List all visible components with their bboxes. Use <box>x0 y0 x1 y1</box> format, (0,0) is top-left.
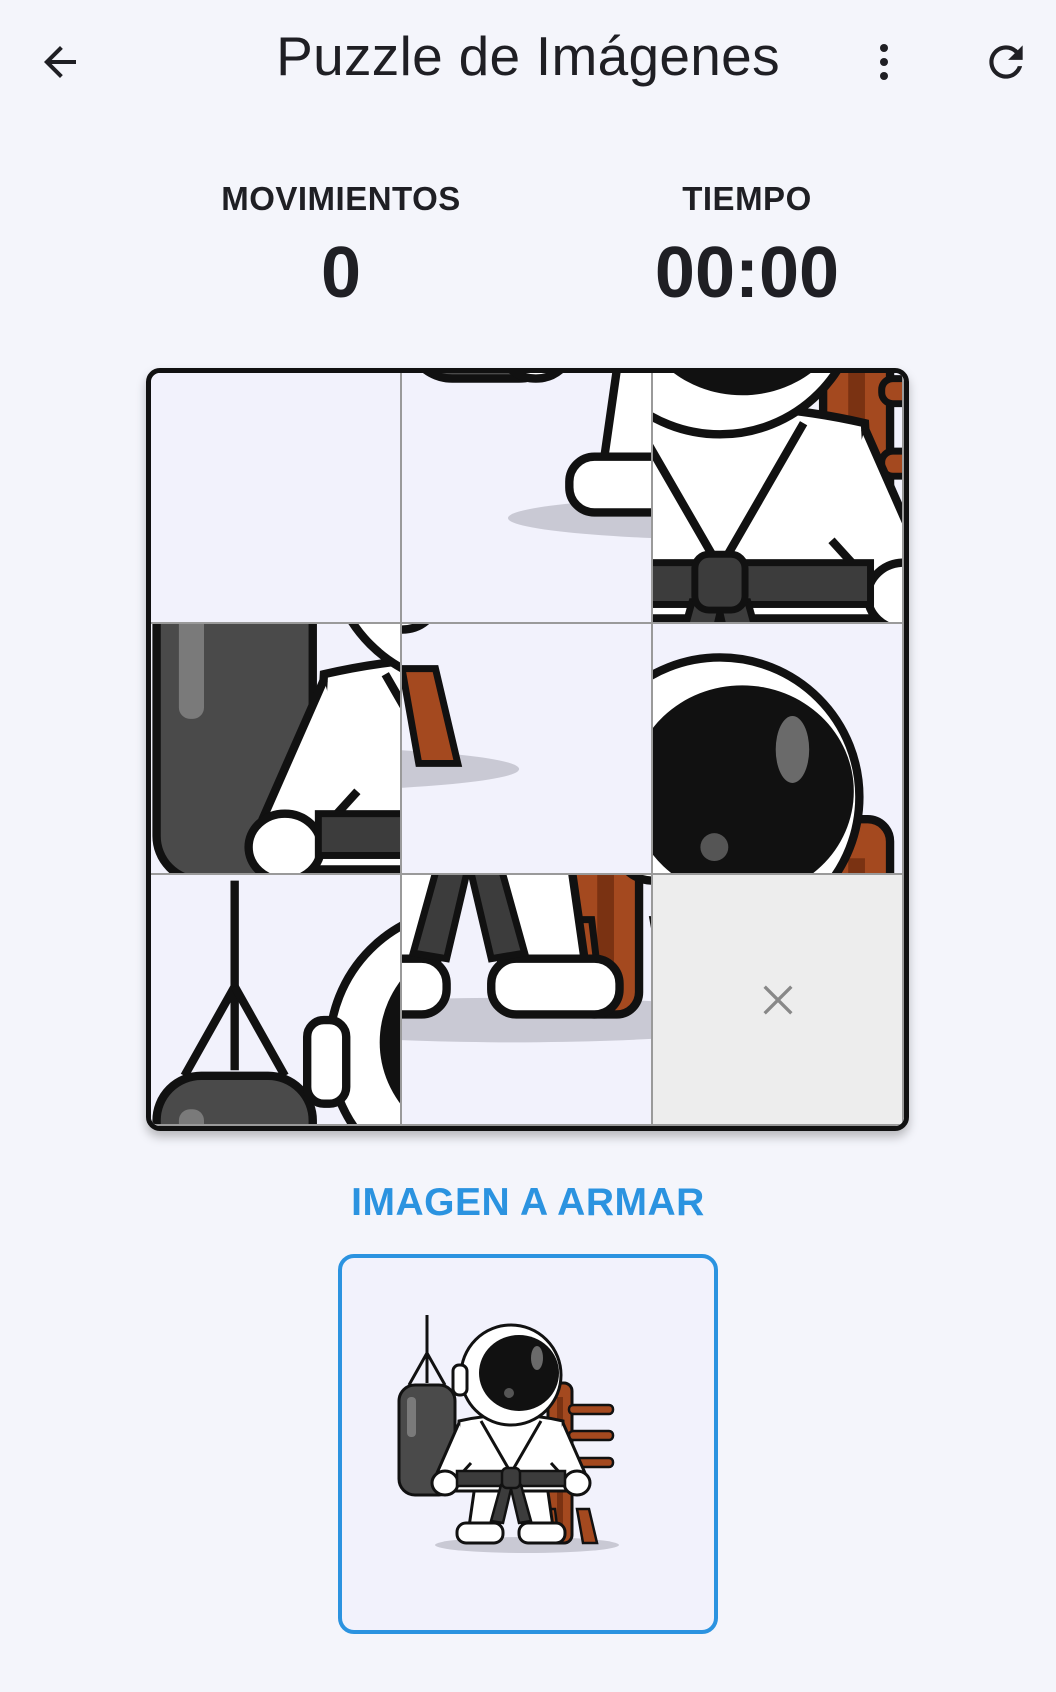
tile-image-slice <box>402 373 653 624</box>
moves-stat: MOVIMIENTOS 0 <box>181 180 501 314</box>
time-value: 00:00 <box>654 233 840 313</box>
moves-value: 0 <box>320 233 362 313</box>
tile-image-slice <box>402 875 653 1126</box>
tile-image-slice <box>653 624 904 875</box>
karate-astronaut-image <box>397 1313 667 1583</box>
refresh-button[interactable] <box>964 20 1048 104</box>
time-stat: TIEMPO 00:00 <box>587 180 907 314</box>
puzzle-tile[interactable] <box>402 875 653 1126</box>
tile-image-slice <box>151 373 402 624</box>
puzzle-tile[interactable] <box>151 624 402 875</box>
puzzle-tile[interactable] <box>402 624 653 875</box>
more-options-button[interactable] <box>842 20 926 104</box>
empty-tile[interactable] <box>653 875 904 1126</box>
puzzle-tile[interactable] <box>653 373 904 624</box>
app-bar: Puzzle de Imágenes <box>0 0 1056 125</box>
puzzle-tile[interactable] <box>151 875 402 1126</box>
reference-image-frame <box>338 1254 718 1634</box>
tile-image-slice <box>151 624 402 875</box>
tile-image-slice <box>151 875 402 1126</box>
reference-label: IMAGEN A ARMAR <box>351 1181 705 1224</box>
more-vert-icon <box>880 44 888 80</box>
puzzle-tile[interactable] <box>151 373 402 624</box>
tile-image-slice <box>402 624 653 875</box>
close-icon <box>762 984 793 1015</box>
refresh-icon <box>989 45 1023 79</box>
moves-label: MOVIMIENTOS <box>221 180 461 217</box>
puzzle-tile[interactable] <box>402 373 653 624</box>
tile-image-slice <box>653 373 904 624</box>
puzzle-tile[interactable] <box>653 624 904 875</box>
stats-panel: MOVIMIENTOS 0 TIEMPO 00:00 <box>0 180 1056 320</box>
puzzle-board <box>146 368 909 1131</box>
time-label: TIEMPO <box>682 180 812 217</box>
